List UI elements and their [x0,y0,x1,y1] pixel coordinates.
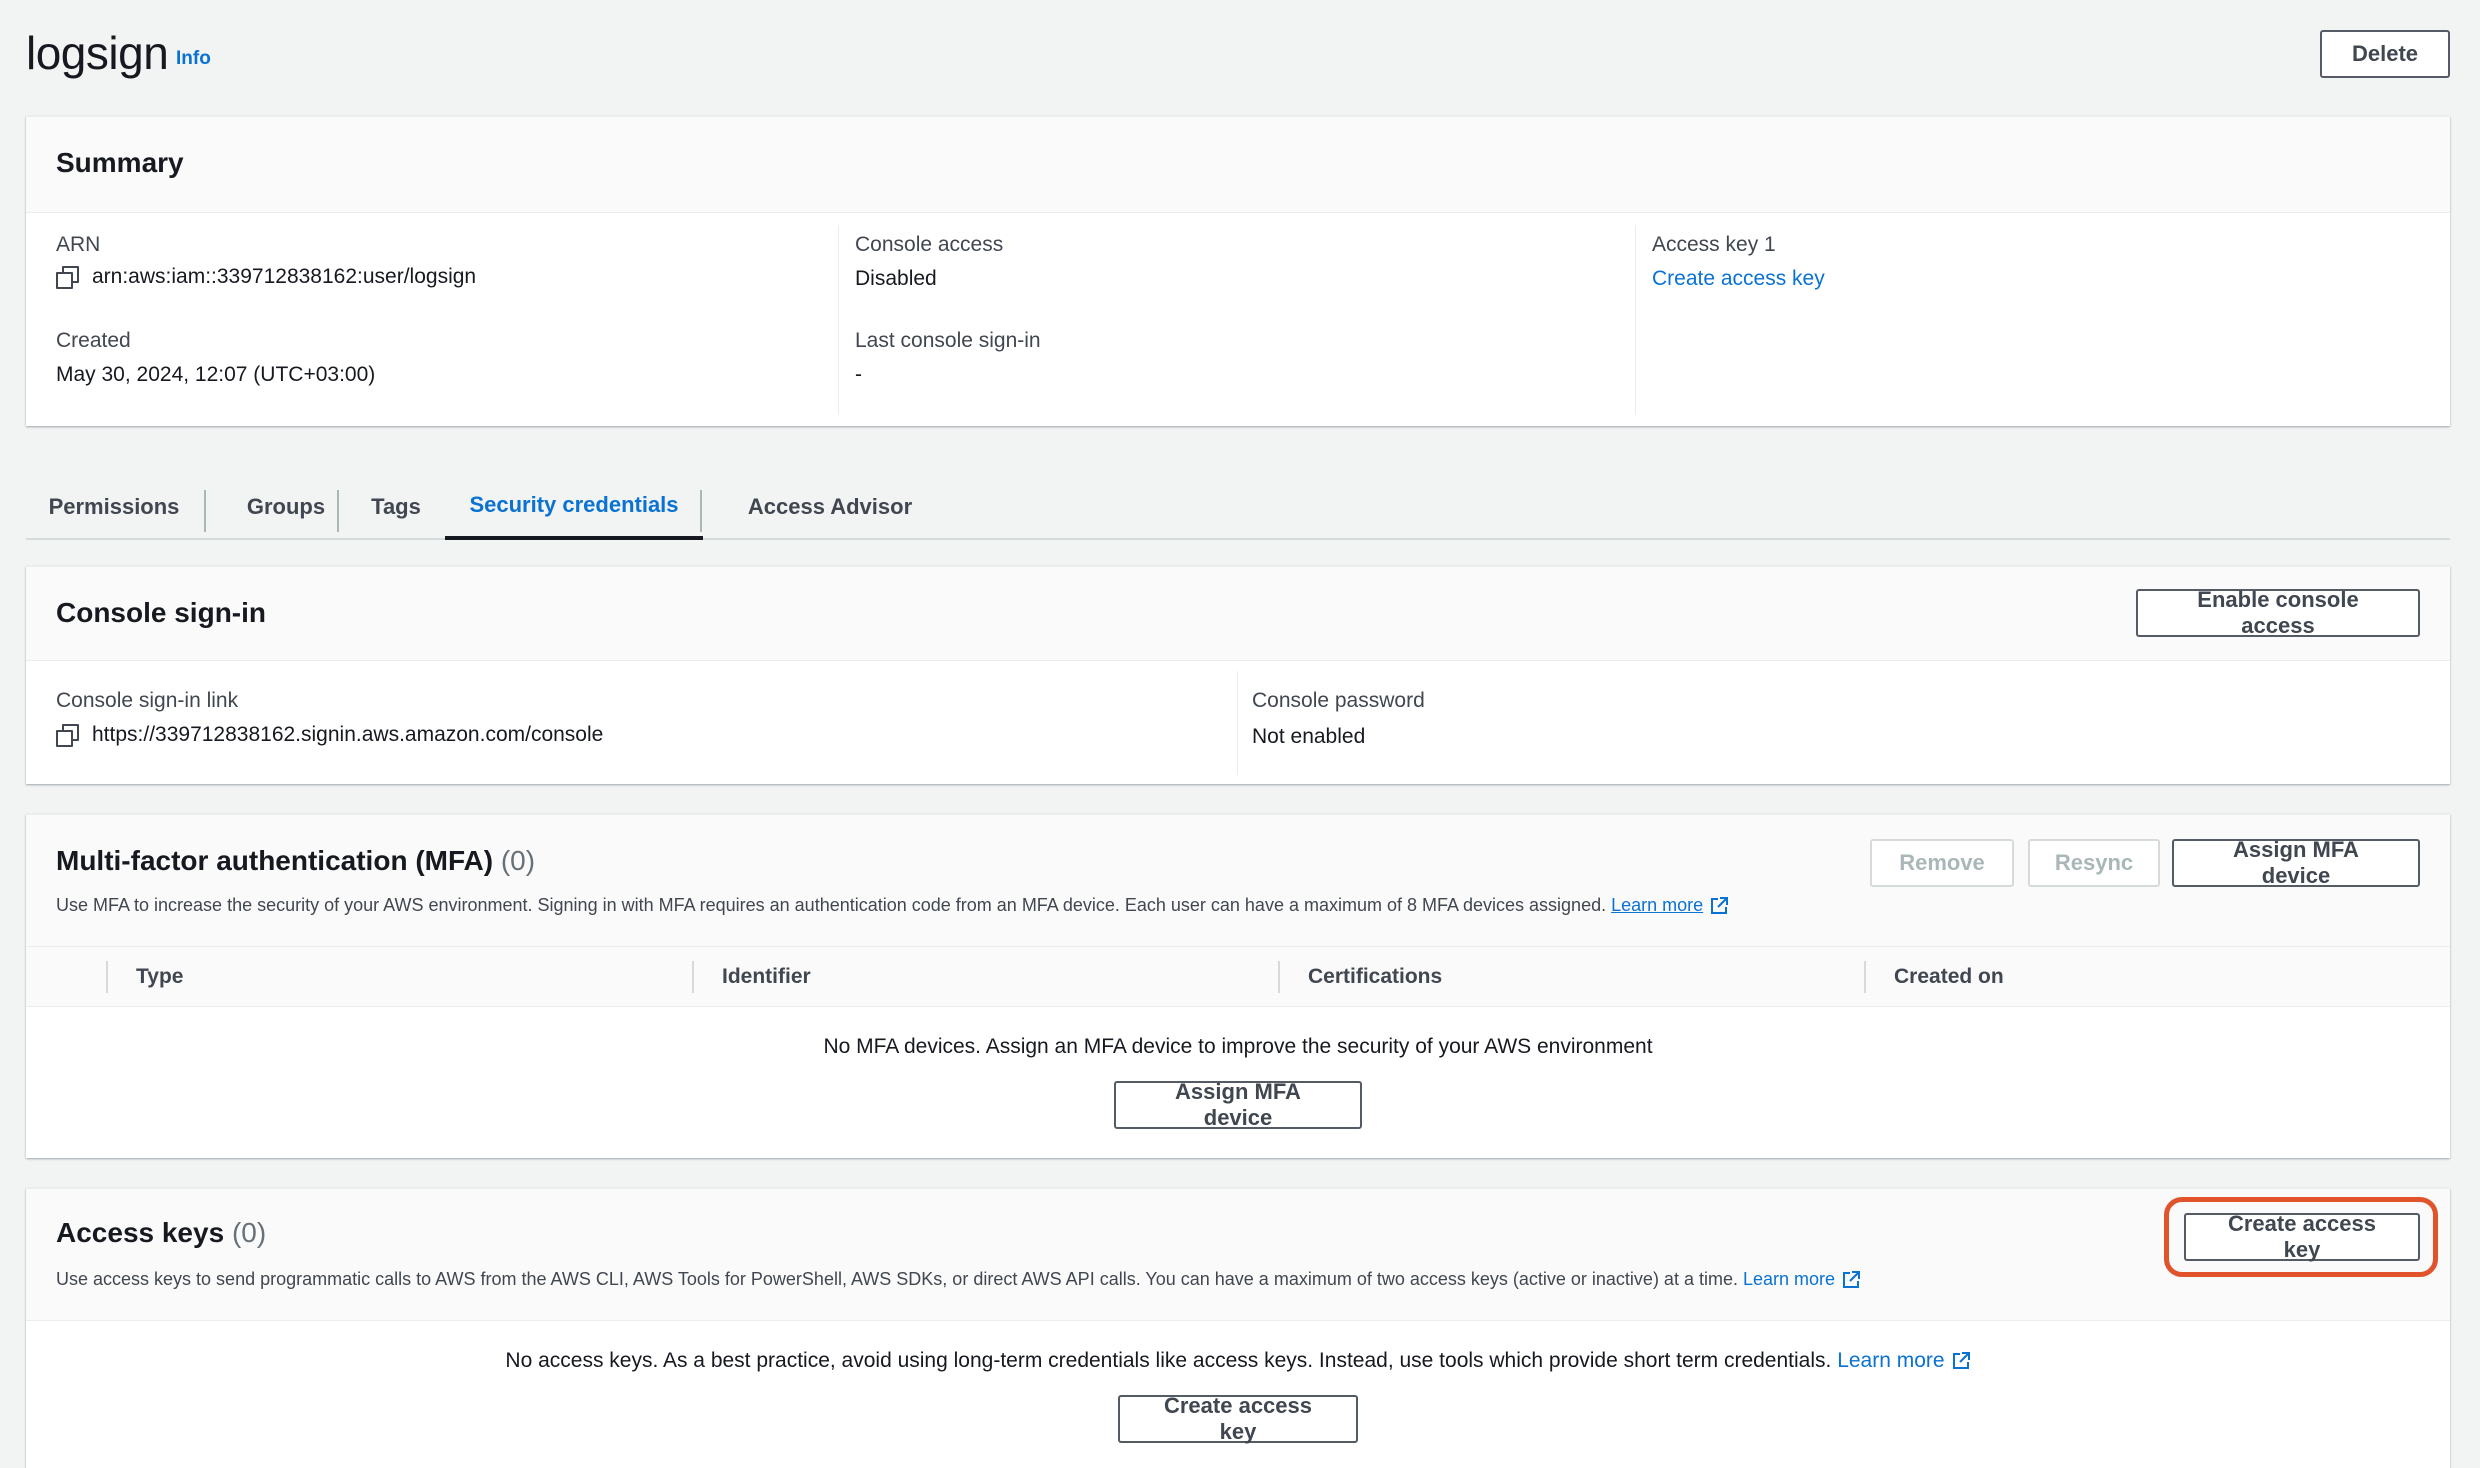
console-access-value: Disabled [855,267,937,290]
tab-separator [700,490,702,532]
column-type[interactable]: Type [136,947,183,1007]
created-label: Created [56,329,131,352]
tab-groups[interactable]: Groups [236,474,336,540]
last-signin-field: Last console sign-in - [855,329,1041,387]
console-access-field: Console access Disabled [855,233,1003,291]
access-keys-title: Access keys (0) [56,1217,266,1249]
external-link-icon [1951,1351,1971,1371]
console-signin-header: Console sign-in Enable console access [26,567,2450,661]
access-keys-count: (0) [231,1217,267,1248]
remove-mfa-button[interactable]: Remove [1870,839,2014,887]
assign-mfa-device-empty-button[interactable]: Assign MFA device [1114,1079,1362,1130]
tab-permissions[interactable]: Permissions [49,474,180,540]
arn-field: ARN arn:aws:iam::339712838162:user/logsi… [56,233,477,290]
resync-mfa-button[interactable]: Resync [2028,839,2160,887]
created-field: Created May 30, 2024, 12:07 (UTC+03:00) [56,329,375,387]
access-keys-learn-more-link[interactable]: Learn more [1743,1269,1835,1289]
tab-security-credentials[interactable]: Security credentials [445,474,703,540]
console-password-field: Console password Not enabled [1252,689,1425,749]
summary-header: Summary [26,117,2450,213]
access-keys-description-text: Use access keys to send programmatic cal… [56,1269,1738,1289]
column-separator [1864,961,1866,993]
summary-column-2: Console access Disabled Last console sig… [838,225,1635,415]
tab-separator [204,490,206,532]
column-created-on[interactable]: Created on [1894,947,2004,1007]
arn-value: arn:aws:iam::339712838162:user/logsign [92,265,477,288]
access-keys-panel: Access keys (0) Use access keys to send … [26,1188,2450,1468]
access-keys-empty-text: No access keys. As a best practice, avoi… [505,1349,1832,1372]
column-separator [1278,961,1280,993]
assign-mfa-device-button[interactable]: Assign MFA device [2172,837,2420,888]
access-keys-empty-learn-more-link[interactable]: Learn more [1837,1349,1944,1372]
page-header: logsign Info Delete [26,26,2450,86]
mfa-panel: Multi-factor authentication (MFA) (0) Us… [26,814,2450,1158]
create-access-key-link[interactable]: Create access key [1652,267,1825,291]
summary-title: Summary [56,147,184,178]
tab-tags[interactable]: Tags [356,474,436,540]
mfa-table-header: Type Identifier Certifications Created o… [26,947,2450,1007]
signin-link-label: Console sign-in link [56,689,239,712]
arn-label: ARN [56,233,101,256]
summary-column-3: Access key 1 Create access key [1635,225,2450,415]
last-signin-label: Last console sign-in [855,329,1041,352]
console-password-label: Console password [1252,689,1425,712]
mfa-count: (0) [500,845,536,876]
create-access-key-empty-button[interactable]: Create access key [1118,1393,1358,1444]
last-signin-value: - [855,363,862,386]
column-divider [1237,671,1238,775]
column-certifications[interactable]: Certifications [1308,947,1442,1007]
tab-bar: Permissions Groups Tags Security credent… [26,474,2450,540]
mfa-empty-message: No MFA devices. Assign an MFA device to … [823,1035,1653,1058]
copy-icon[interactable] [56,724,79,748]
delete-button[interactable]: Delete [2320,30,2450,78]
column-separator [106,961,108,993]
external-link-icon [1709,896,1729,916]
mfa-title: Multi-factor authentication (MFA) (0) [56,845,535,877]
access-keys-title-text: Access keys [56,1217,225,1248]
console-password-value: Not enabled [1252,725,1366,748]
mfa-header: Multi-factor authentication (MFA) (0) Us… [26,815,2450,947]
page-title: logsign [26,27,169,79]
mfa-description-text: Use MFA to increase the security of your… [56,895,1607,915]
summary-panel: Summary ARN arn:aws:iam::339712838162:us… [26,116,2450,426]
access-keys-header: Access keys (0) Use access keys to send … [26,1189,2450,1321]
tab-access-advisor[interactable]: Access Advisor [726,474,934,540]
access-keys-description: Use access keys to send programmatic cal… [56,1269,1861,1290]
enable-console-access-button[interactable]: Enable console access [2136,587,2420,638]
mfa-title-text: Multi-factor authentication (MFA) [56,845,494,876]
created-value: May 30, 2024, 12:07 (UTC+03:00) [56,363,376,386]
console-signin-title: Console sign-in [56,597,266,628]
mfa-learn-more-link[interactable]: Learn more [1611,895,1703,915]
mfa-description: Use MFA to increase the security of your… [56,895,1729,916]
access-keys-empty-message: No access keys. As a best practice, avoi… [26,1349,2450,1373]
console-access-label: Console access [855,233,1004,256]
tab-separator [337,490,339,532]
info-link[interactable]: Info [176,48,211,70]
column-separator [692,961,694,993]
column-identifier[interactable]: Identifier [722,947,811,1007]
summary-column-1: ARN arn:aws:iam::339712838162:user/logsi… [26,213,838,427]
create-access-key-button[interactable]: Create access key [2184,1211,2420,1262]
access-key-field: Access key 1 Create access key [1652,233,1825,291]
signin-link-field: Console sign-in link https://33971283816… [56,689,604,748]
signin-link-value: https://339712838162.signin.aws.amazon.c… [92,723,604,746]
copy-icon[interactable] [56,266,79,290]
external-link-icon [1841,1270,1861,1290]
access-key-label: Access key 1 [1652,233,1776,256]
console-signin-panel: Console sign-in Enable console access Co… [26,566,2450,784]
